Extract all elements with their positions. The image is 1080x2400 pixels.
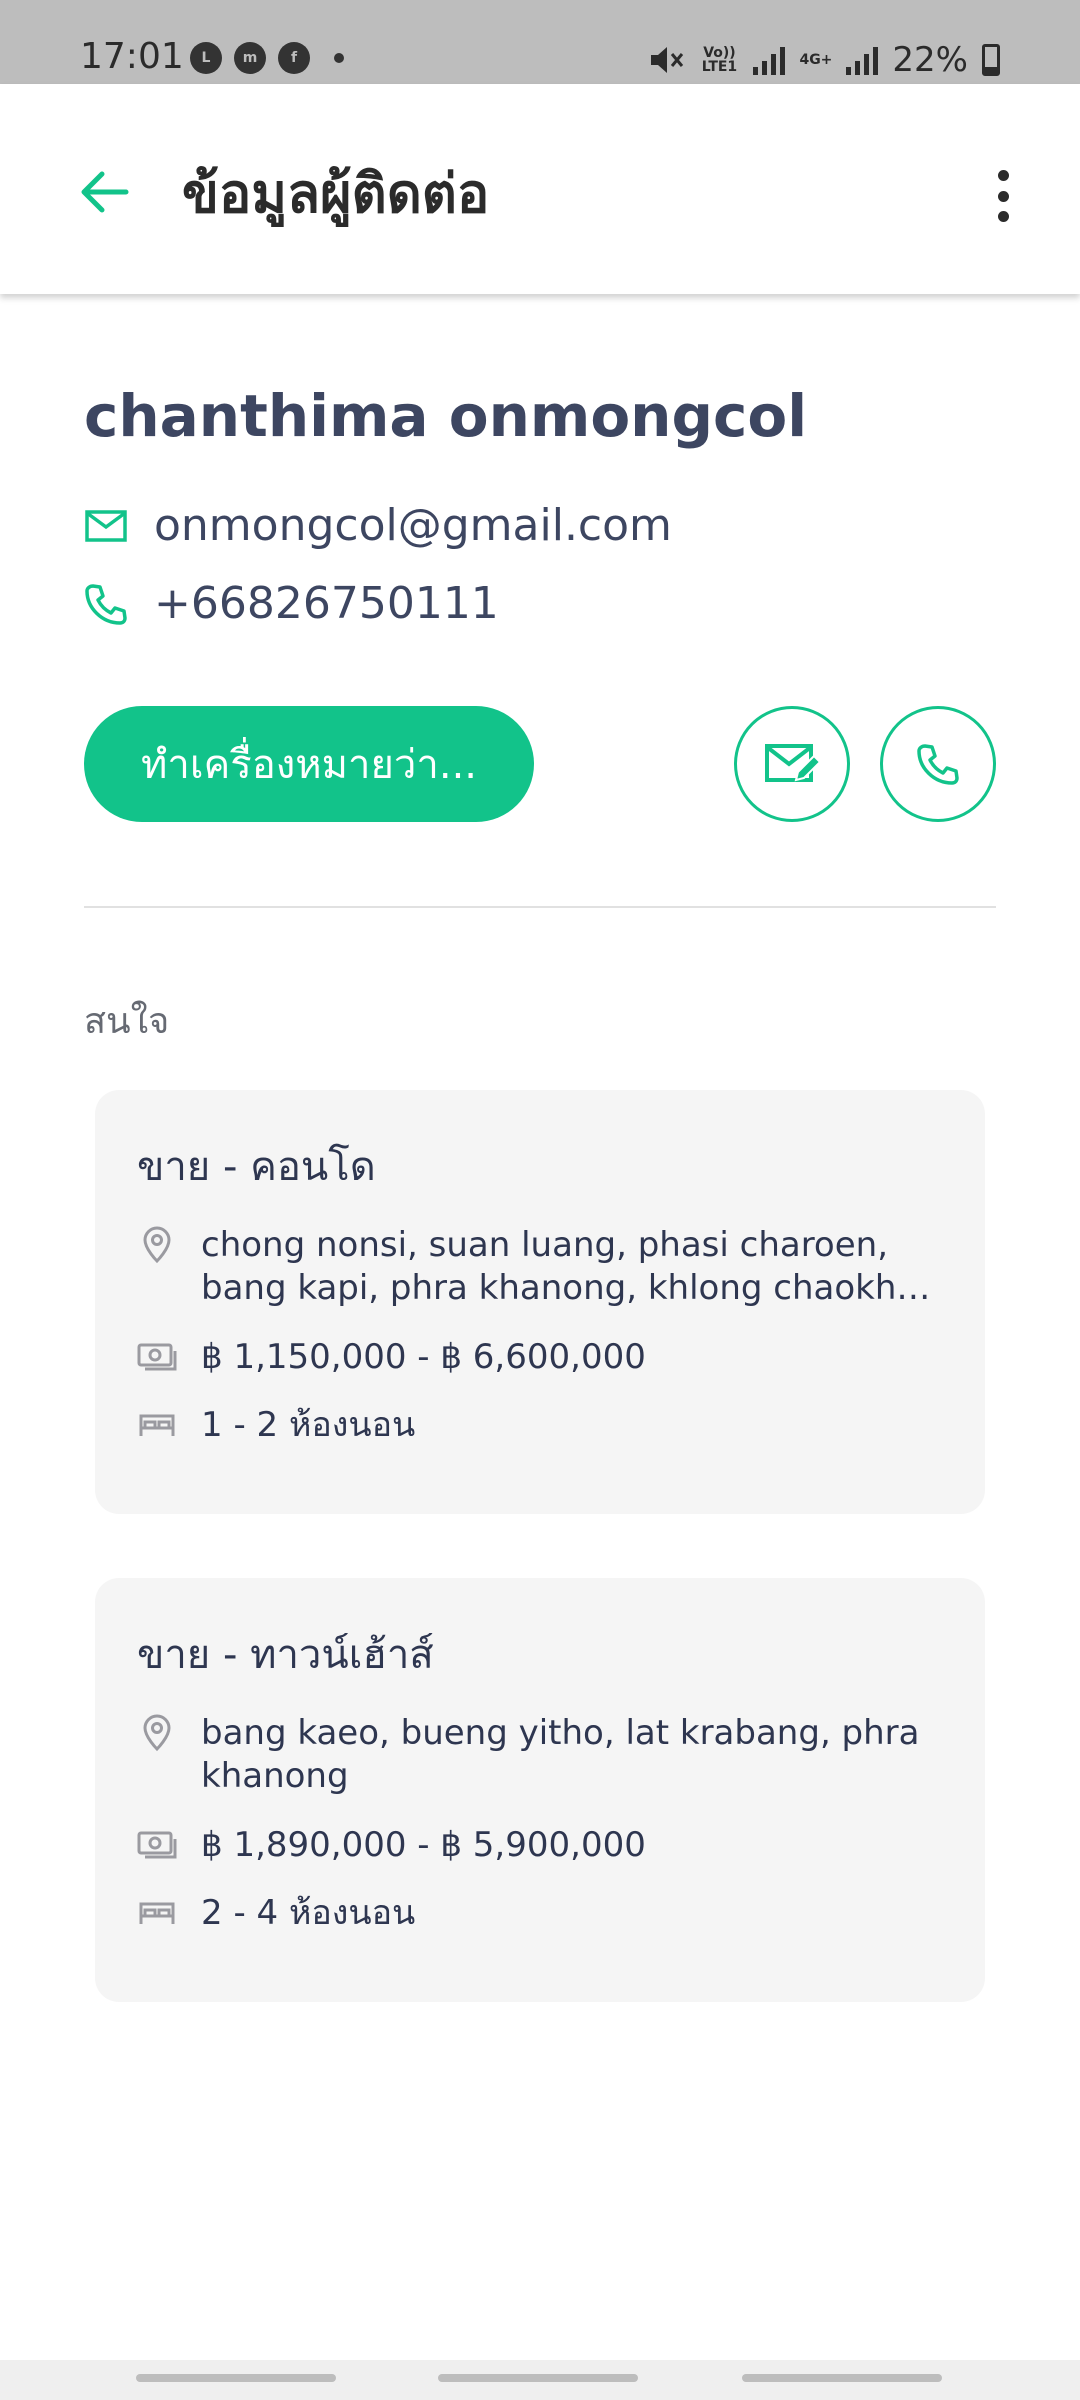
divider <box>84 906 996 908</box>
interest-card-townhouse[interactable]: ขาย - ทาวน์เฮ้าส์ bang kaeo, bueng yitho… <box>95 1578 985 2002</box>
contact-name: chanthima onmongcol <box>84 382 808 450</box>
notification-icons: L m f <box>190 42 344 74</box>
bed-icon <box>139 1414 175 1436</box>
status-bar: 17:01 L m f Vo)) LTE1 4G+ 22% <box>0 0 1080 84</box>
nav-home-handle[interactable] <box>438 2374 638 2382</box>
contact-phone: +66826750111 <box>154 578 499 629</box>
dot-icon <box>334 53 344 63</box>
app-bar: ข้อมูลผู้ติดต่อ <box>0 84 1080 294</box>
money-icon <box>137 1343 177 1371</box>
messenger-icon: m <box>234 42 266 74</box>
page-title: ข้อมูลผู้ติดต่อ <box>182 162 490 225</box>
card-price: ฿ 1,890,000 - ฿ 5,900,000 <box>201 1825 646 1865</box>
line-icon: L <box>190 42 222 74</box>
card-locations: chong nonsi, suan luang, phasi charoen, … <box>201 1225 940 1308</box>
card-bedrooms: 2 - 4 ห้องนอน <box>201 1893 416 1933</box>
more-vertical-icon <box>997 170 1009 181</box>
more-options-button[interactable] <box>992 170 1014 222</box>
money-icon <box>137 1831 177 1859</box>
nav-recent-handle[interactable] <box>136 2374 336 2382</box>
card-title: ขาย - คอนโด <box>137 1144 376 1190</box>
battery-percent: 22% <box>892 40 968 80</box>
card-price-row: ฿ 1,890,000 - ฿ 5,900,000 <box>137 1824 646 1867</box>
card-price-row: ฿ 1,150,000 - ฿ 6,600,000 <box>137 1336 646 1379</box>
card-price: ฿ 1,150,000 - ฿ 6,600,000 <box>201 1337 646 1377</box>
card-bedrooms-row: 2 - 4 ห้องนอน <box>137 1892 415 1935</box>
phone-icon <box>85 583 127 625</box>
interest-card-condo[interactable]: ขาย - คอนโด chong nonsi, suan luang, pha… <box>95 1090 985 1514</box>
signal-icon-2 <box>846 45 879 75</box>
system-status: Vo)) LTE1 4G+ 22% <box>649 40 1000 80</box>
card-locations-row: bang kaeo, bueng yitho, lat krabang, phr… <box>137 1712 941 1798</box>
contact-email-row[interactable]: onmongcol@gmail.com <box>84 500 672 551</box>
phone-icon <box>917 744 959 785</box>
network-type-label: 4G+ <box>799 52 833 68</box>
card-bedrooms: 1 - 2 ห้องนอน <box>201 1405 416 1445</box>
interest-section-label: สนใจ <box>84 1001 170 1042</box>
card-title: ขาย - ทาวน์เฮ้าส์ <box>137 1632 434 1678</box>
signal-icon <box>753 45 786 75</box>
mark-as-button[interactable]: ทำเครื่องหมายว่า... <box>84 706 534 822</box>
facebook-icon: f <box>278 42 310 74</box>
back-button[interactable] <box>74 162 134 222</box>
card-locations-row: chong nonsi, suan luang, phasi charoen, … <box>137 1224 941 1310</box>
bed-icon <box>139 1902 175 1924</box>
nav-back-handle[interactable] <box>742 2374 942 2382</box>
battery-icon <box>982 44 1000 76</box>
card-bedrooms-row: 1 - 2 ห้องนอน <box>137 1404 415 1447</box>
system-nav-bar <box>0 2360 1080 2400</box>
send-email-button[interactable] <box>734 706 850 822</box>
location-pin-icon <box>143 1714 171 1752</box>
card-locations: bang kaeo, bueng yitho, lat krabang, phr… <box>201 1713 920 1796</box>
mute-icon <box>651 47 684 73</box>
volte-label: Vo)) LTE1 <box>701 45 738 75</box>
location-pin-icon <box>143 1226 171 1264</box>
status-time: 17:01 <box>80 36 184 77</box>
edit-email-icon <box>765 744 820 782</box>
arrow-left-icon <box>81 171 129 213</box>
call-button[interactable] <box>880 706 996 822</box>
contact-phone-row[interactable]: +66826750111 <box>84 578 499 629</box>
mail-icon <box>85 509 127 542</box>
contact-email: onmongcol@gmail.com <box>154 500 672 551</box>
